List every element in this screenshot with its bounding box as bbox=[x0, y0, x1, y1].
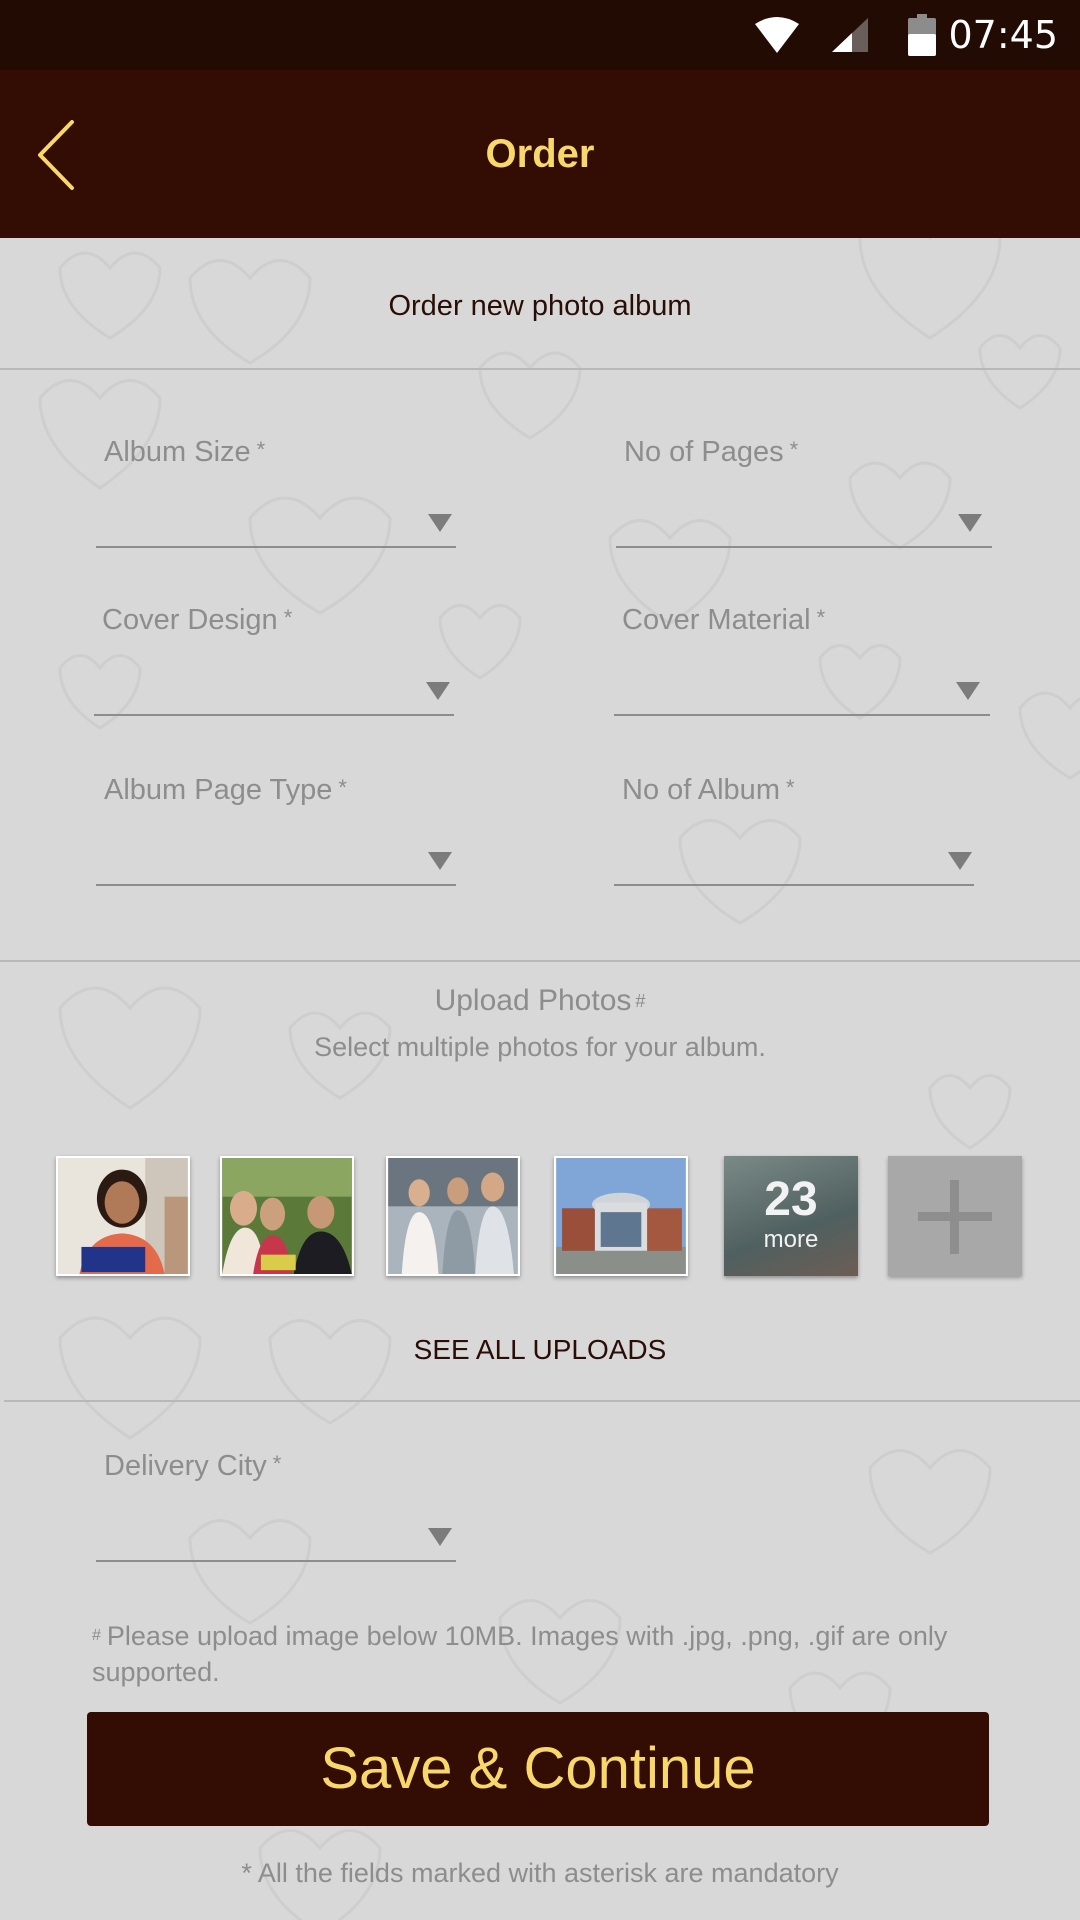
student-girl-photo bbox=[58, 1158, 188, 1274]
photo-thumbnail[interactable] bbox=[220, 1156, 354, 1276]
status-time: 07:45 bbox=[948, 13, 1058, 57]
wifi-icon bbox=[755, 17, 799, 53]
dropdown-caret-icon bbox=[958, 514, 982, 532]
field-label: No of Album * bbox=[622, 774, 795, 806]
upload-photos-title: Upload Photos # bbox=[434, 984, 646, 1017]
delivery-city-dropdown[interactable]: Delivery City * bbox=[96, 1448, 456, 1568]
upload-size-note: # Please upload image below 10MB. Images … bbox=[92, 1621, 948, 1687]
photo-thumbnail[interactable] bbox=[554, 1156, 688, 1276]
students-group-photo bbox=[222, 1158, 352, 1274]
more-photos-tile[interactable]: 23 more bbox=[724, 1156, 858, 1276]
divider bbox=[0, 960, 1080, 962]
album-page-type-dropdown[interactable]: Album Page Type * bbox=[96, 772, 456, 892]
app-bar: Order bbox=[0, 70, 1080, 238]
field-underline bbox=[616, 546, 992, 548]
dropdown-caret-icon bbox=[948, 852, 972, 870]
students-walking-photo bbox=[388, 1158, 518, 1274]
album-size-dropdown[interactable]: Album Size * bbox=[96, 434, 456, 554]
order-form: Order new photo album Album Size * No of … bbox=[0, 238, 1080, 1920]
field-label: Cover Material * bbox=[622, 604, 826, 636]
page-title: Order bbox=[485, 132, 595, 176]
photo-thumbnail[interactable] bbox=[386, 1156, 520, 1276]
field-underline bbox=[94, 714, 454, 716]
field-label: Cover Design * bbox=[102, 604, 293, 636]
more-photos-label: more bbox=[763, 1226, 819, 1253]
field-underline bbox=[614, 884, 974, 886]
field-label: Album Page Type * bbox=[104, 774, 347, 806]
divider bbox=[4, 1400, 1080, 1402]
field-underline bbox=[614, 714, 990, 716]
mandatory-fields-note: * All the fields marked with asterisk ar… bbox=[241, 1858, 839, 1888]
divider bbox=[0, 368, 1080, 370]
cell-signal-icon bbox=[832, 18, 868, 52]
field-underline bbox=[96, 546, 456, 548]
field-underline bbox=[96, 884, 456, 886]
field-label: Album Size * bbox=[104, 436, 266, 468]
status-bar: 07:45 bbox=[0, 0, 1080, 70]
plus-icon bbox=[950, 1180, 959, 1254]
section-title: Order new photo album bbox=[388, 290, 692, 322]
campus-building-photo bbox=[556, 1158, 686, 1274]
dropdown-caret-icon bbox=[428, 852, 452, 870]
save-continue-button[interactable]: Save & Continue bbox=[87, 1712, 989, 1826]
cover-material-dropdown[interactable]: Cover Material * bbox=[614, 602, 990, 722]
upload-photos-subtitle: Select multiple photos for your album. bbox=[314, 1032, 766, 1062]
no-of-pages-dropdown[interactable]: No of Pages * bbox=[616, 434, 992, 554]
add-photo-button[interactable] bbox=[888, 1156, 1022, 1276]
cover-design-dropdown[interactable]: Cover Design * bbox=[94, 602, 454, 722]
dropdown-caret-icon bbox=[428, 1528, 452, 1546]
see-all-uploads-link[interactable]: SEE ALL UPLOADS bbox=[0, 1332, 1080, 1368]
battery-icon bbox=[908, 14, 936, 56]
dropdown-caret-icon bbox=[428, 514, 452, 532]
field-label: Delivery City * bbox=[104, 1450, 282, 1482]
no-of-album-dropdown[interactable]: No of Album * bbox=[614, 772, 974, 892]
field-underline bbox=[96, 1560, 456, 1562]
field-label: No of Pages * bbox=[624, 436, 799, 468]
dropdown-caret-icon bbox=[956, 682, 980, 700]
more-photos-count: 23 bbox=[764, 1173, 818, 1226]
dropdown-caret-icon bbox=[426, 682, 450, 700]
photo-thumbnail[interactable] bbox=[56, 1156, 190, 1276]
